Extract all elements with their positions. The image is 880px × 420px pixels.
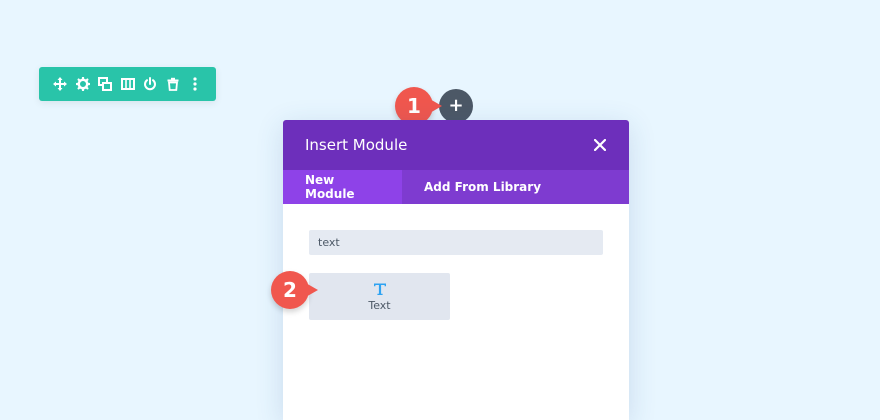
module-label: Text	[368, 298, 391, 312]
callout-marker-2: 2	[271, 271, 318, 309]
row-toolbar	[39, 67, 216, 101]
callout-number: 2	[283, 278, 297, 302]
module-search-input[interactable]	[309, 230, 603, 255]
gear-icon[interactable]	[75, 76, 91, 92]
tab-label: New Module	[305, 173, 355, 201]
tab-new-module[interactable]: New Module	[283, 170, 402, 204]
insert-module-modal: Insert Module New Module Add From Librar…	[283, 120, 629, 420]
tab-label: Add From Library	[424, 180, 542, 194]
trash-icon[interactable]	[165, 76, 181, 92]
more-vertical-icon[interactable]	[187, 76, 203, 92]
columns-icon[interactable]	[120, 76, 136, 92]
text-t-icon	[373, 283, 386, 295]
add-module-button[interactable]: +	[439, 89, 473, 123]
move-icon[interactable]	[52, 76, 68, 92]
modal-tabs: New Module Add From Library	[283, 170, 629, 204]
close-icon[interactable]	[593, 138, 607, 152]
module-tile-text[interactable]: Text	[309, 273, 450, 320]
plus-icon: +	[448, 95, 464, 116]
tab-add-from-library[interactable]: Add From Library	[402, 170, 563, 204]
power-icon[interactable]	[142, 76, 158, 92]
modal-header: Insert Module	[283, 120, 629, 170]
modal-title: Insert Module	[305, 136, 408, 154]
modal-body: Text	[283, 204, 629, 320]
duplicate-icon[interactable]	[97, 76, 113, 92]
callout-number: 1	[407, 94, 421, 118]
